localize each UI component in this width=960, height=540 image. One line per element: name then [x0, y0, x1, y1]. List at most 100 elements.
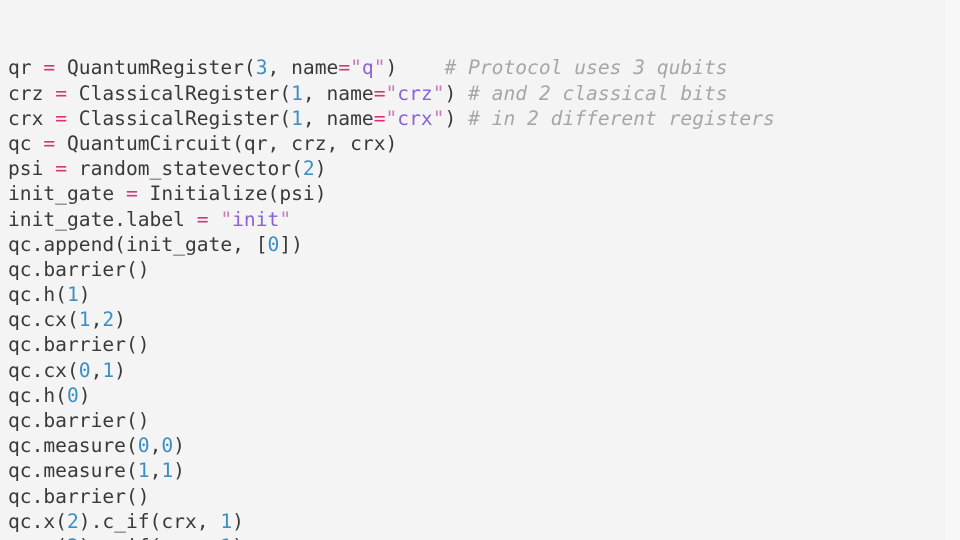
code-token-quote: " — [385, 81, 398, 105]
code-token-str: crx — [397, 106, 433, 130]
code-token-num: 1 — [220, 535, 232, 540]
code-token-plain: , — [149, 459, 162, 483]
code-token-num: 1 — [102, 358, 115, 382]
code-token-plain: Initialize(psi) — [137, 182, 327, 206]
code-token-plain: qc.barrier() — [8, 333, 150, 357]
code-token-op: = — [55, 81, 67, 105]
code-token-plain: init_gate — [8, 182, 126, 206]
code-token-quote: " — [279, 207, 292, 231]
code-token-plain: psi — [8, 157, 56, 181]
code-token-plain: ) — [78, 283, 91, 307]
code-token-plain: , name — [267, 56, 339, 80]
code-token-plain: ) — [385, 56, 398, 80]
code-token-num: 0 — [66, 383, 79, 407]
code-line[interactable]: qc.z(2).c_if(crz, 1) — [8, 534, 960, 540]
code-token-plain: ) — [232, 509, 244, 533]
code-token-plain: qc.x( — [8, 509, 67, 533]
code-token-plain: , — [90, 358, 103, 382]
code-token-op: = — [55, 106, 67, 130]
code-token-num: 2 — [102, 308, 115, 332]
code-token-quote: " — [350, 56, 362, 80]
code-line[interactable]: crx = ClassicalRegister(1, name="crx") #… — [8, 106, 960, 131]
code-token-plain: qc.h( — [8, 283, 67, 307]
code-line[interactable]: psi = random_statevector(2) — [8, 156, 960, 181]
code-token-plain: qc.z( — [8, 535, 67, 540]
code-line[interactable]: init_gate.label = "init" — [8, 207, 960, 232]
code-token-op: = — [338, 56, 351, 80]
code-token-op: = — [125, 182, 138, 206]
code-token-plain: random_statevector( — [66, 157, 303, 181]
code-token-num: 0 — [267, 232, 280, 256]
code-token-plain: init_gate.label — [8, 207, 197, 231]
code-line[interactable]: qc.h(1) — [8, 282, 960, 307]
code-token-num: 1 — [161, 459, 174, 483]
code-token-plain: ) — [78, 383, 91, 407]
code-line[interactable]: qr = QuantumRegister(3, name="q") # Prot… — [8, 55, 960, 80]
code-token-quote: " — [432, 106, 445, 130]
code-line[interactable]: qc.cx(0,1) — [8, 358, 960, 383]
code-token-num: 2 — [302, 157, 315, 181]
code-token-num: 1 — [137, 459, 150, 483]
code-token-quote: " — [432, 81, 445, 105]
code-token-num: 0 — [161, 434, 174, 458]
code-token-plain: QuantumRegister( — [55, 56, 256, 80]
code-token-plain: ) — [444, 81, 469, 105]
code-token-plain: qc.cx( — [8, 308, 79, 332]
code-line[interactable]: qc.measure(0,0) — [8, 433, 960, 458]
code-token-comment: # in 2 different registers — [468, 106, 775, 130]
code-token-plain: ) — [173, 434, 185, 458]
code-token-quote: " — [373, 56, 386, 80]
code-token-op: = — [196, 207, 209, 231]
code-token-plain: , name — [302, 81, 374, 105]
code-line[interactable]: qc.barrier() — [8, 408, 960, 433]
code-line[interactable]: crz = ClassicalRegister(1, name="crz") #… — [8, 81, 960, 106]
code-line[interactable]: qc.cx(1,2) — [8, 307, 960, 332]
code-token-plain: ]) — [279, 232, 303, 256]
code-token-plain: qc.measure( — [8, 434, 138, 458]
code-token-num: 1 — [78, 308, 91, 332]
code-token-comment: # and 2 classical bits — [468, 81, 728, 105]
code-line[interactable]: qc.measure(1,1) — [8, 458, 960, 483]
code-token-str: q — [361, 56, 374, 80]
code-token-op: = — [373, 106, 386, 130]
code-token-comment: # Protocol uses 3 qubits — [444, 56, 728, 80]
code-line[interactable]: qc = QuantumCircuit(qr, crz, crx) — [8, 131, 960, 156]
code-token-plain: ClassicalRegister( — [66, 81, 292, 105]
code-token-plain: qc.measure( — [8, 459, 138, 483]
code-token-plain: qc.append(init_gate, [ — [8, 232, 268, 256]
code-token-plain: qc.cx( — [8, 358, 79, 382]
code-line[interactable]: qc.barrier() — [8, 332, 960, 357]
code-token-str: init — [232, 207, 280, 231]
code-token-plain: ) — [114, 358, 126, 382]
code-token-num: 1 — [291, 81, 303, 105]
code-token-op: = — [373, 81, 386, 105]
code-listing[interactable]: qr = QuantumRegister(3, name="q") # Prot… — [8, 55, 960, 540]
code-token-quote: " — [385, 106, 398, 130]
code-token-plain: ).c_if(crx, — [78, 509, 221, 533]
code-line[interactable]: qc.x(2).c_if(crx, 1) — [8, 509, 960, 534]
code-token-str: crz — [397, 81, 433, 105]
code-token-num: 1 — [291, 106, 303, 130]
code-token-plain: ) — [173, 459, 185, 483]
code-token-num: 0 — [78, 358, 91, 382]
code-token-plain: QuantumCircuit(qr, crz, crx) — [55, 131, 398, 155]
code-editor-pane[interactable]: qr = QuantumRegister(3, name="q") # Prot… — [0, 0, 960, 540]
code-line[interactable]: init_gate = Initialize(psi) — [8, 181, 960, 206]
code-token-num: 2 — [66, 509, 79, 533]
code-token-num: 1 — [220, 509, 233, 533]
code-line[interactable]: qc.barrier() — [8, 257, 960, 282]
code-token-plain: ) — [444, 106, 469, 130]
code-line[interactable]: qc.barrier() — [8, 484, 960, 509]
code-token-plain: , — [90, 308, 103, 332]
code-token-num: 0 — [137, 434, 150, 458]
code-token-quote: " — [220, 207, 233, 231]
code-line[interactable]: qc.h(0) — [8, 383, 960, 408]
code-token-op: = — [43, 56, 56, 80]
code-token-plain: crz — [8, 81, 56, 105]
code-line[interactable]: qc.append(init_gate, [0]) — [8, 232, 960, 257]
code-token-plain: qc.barrier() — [8, 257, 150, 281]
code-token-plain: ) — [114, 308, 126, 332]
code-token-plain: , name — [302, 106, 374, 130]
